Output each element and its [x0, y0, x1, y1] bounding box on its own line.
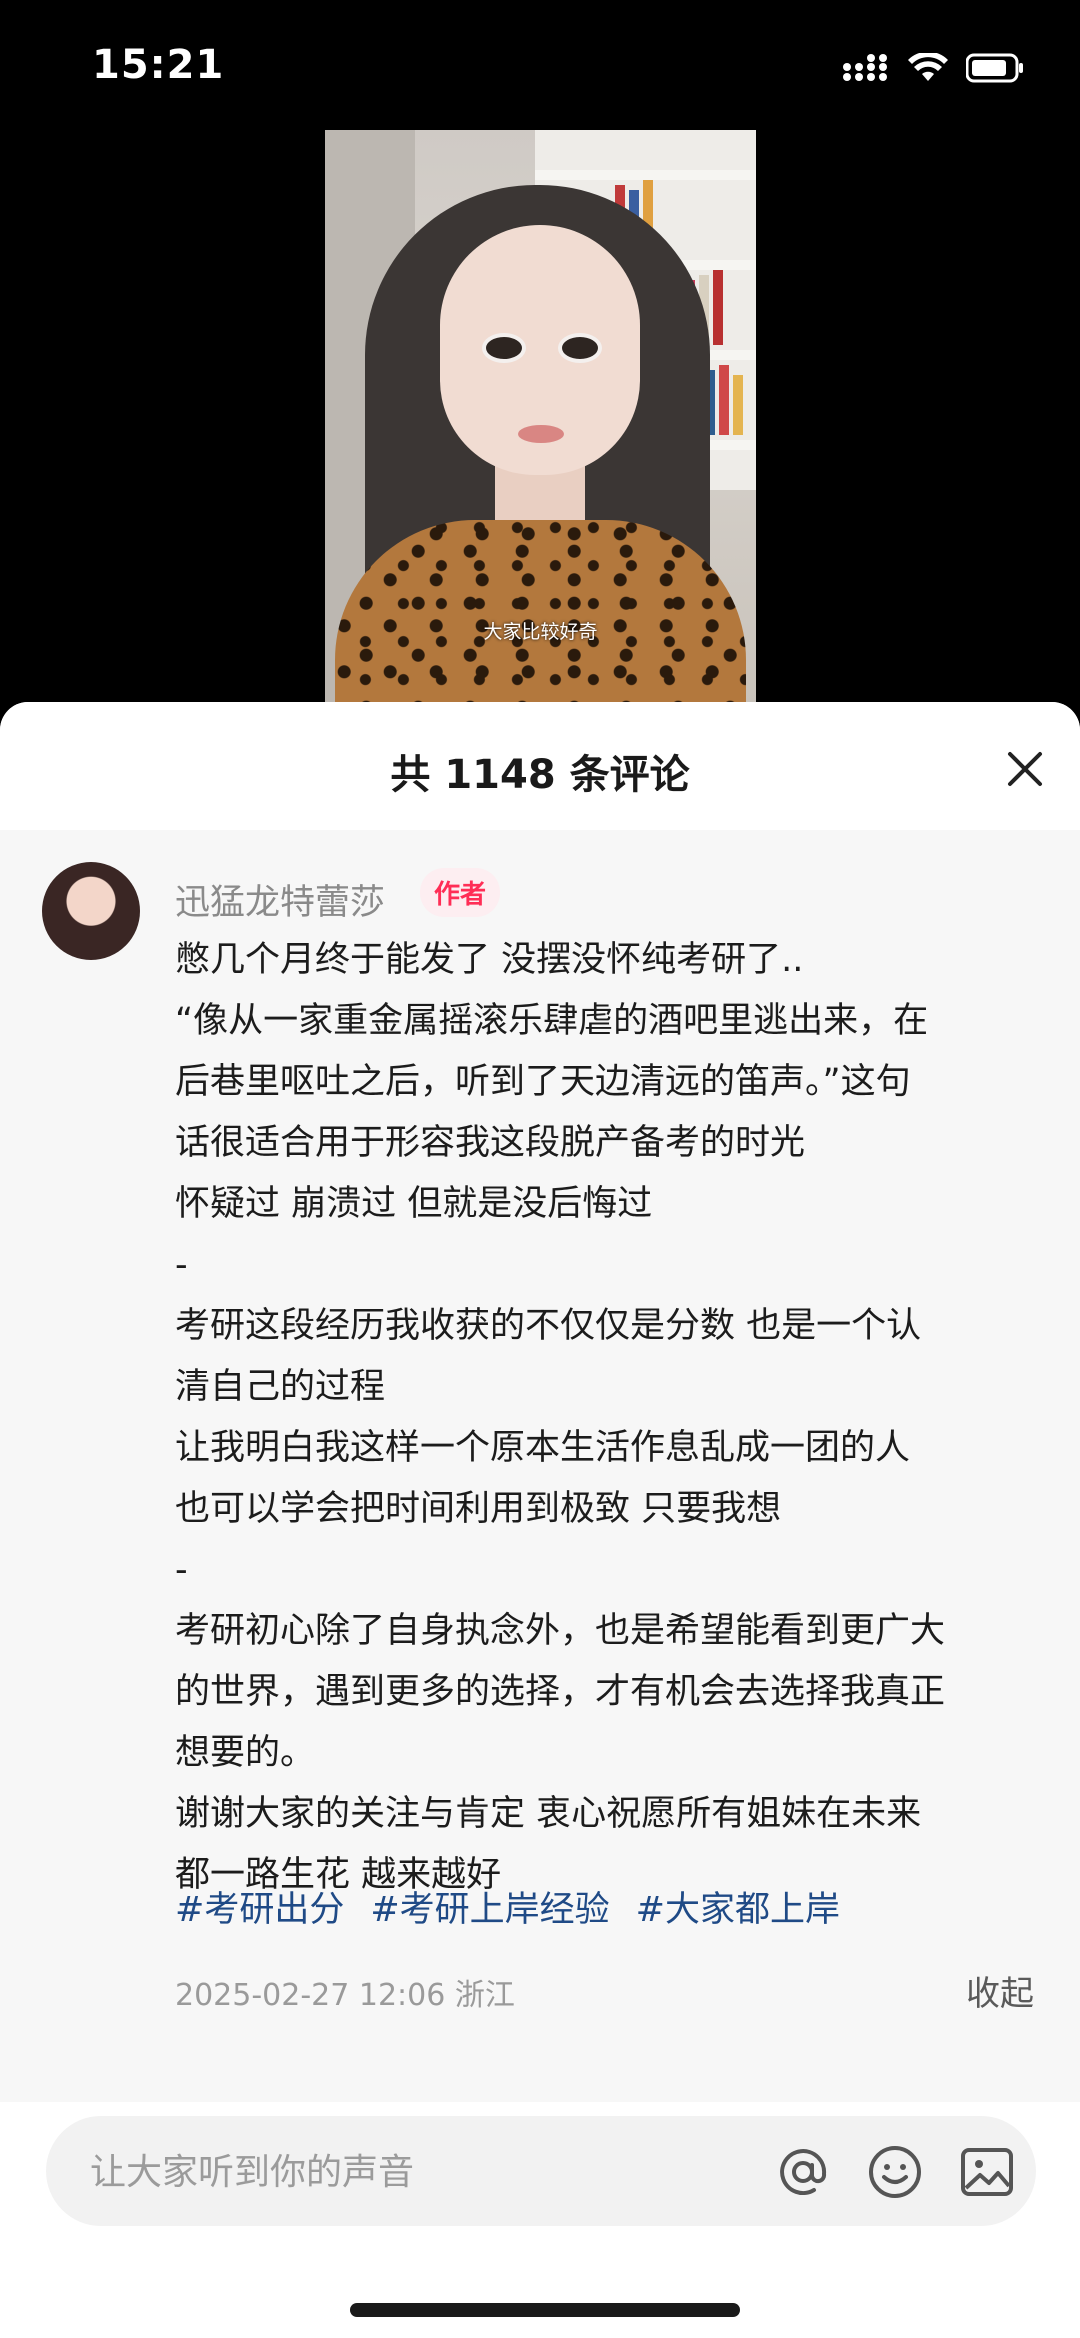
lips: [518, 425, 564, 443]
comment-input[interactable]: [88, 2116, 732, 2228]
comment-input-container[interactable]: [46, 2116, 1036, 2228]
eye: [482, 333, 526, 363]
comments-header: 共 1148 条评论: [0, 702, 1080, 830]
book: [713, 270, 723, 345]
collapse-button[interactable]: 收起: [966, 1966, 1034, 2015]
comment-line: “像从一家重金属摇滚乐肆虐的酒吧里逃出来，在: [175, 1001, 929, 1041]
comment-line: 考研这段经历我收获的不仅仅是分数 也是一个认: [175, 1306, 922, 1346]
shelf-board: [535, 170, 756, 180]
status-bar: 15:21: [0, 0, 1080, 130]
comment-line: 谢谢大家的关注与肯定 衷心祝愿所有姐妹在未来: [175, 1794, 922, 1834]
comment-line: 怀疑过 崩溃过 但就是没后悔过: [175, 1184, 653, 1224]
hashtag-link[interactable]: #考研出分: [175, 1881, 344, 1932]
avatar[interactable]: [42, 862, 140, 960]
video-frame[interactable]: 大家比较好奇: [325, 130, 756, 705]
comment-line: 清自己的过程: [175, 1367, 386, 1407]
book: [719, 365, 729, 435]
wifi-icon: [908, 53, 948, 83]
author-name[interactable]: 迅猛龙特蕾莎: [175, 874, 385, 925]
author-badge: 作者: [420, 868, 501, 917]
signal-icon: [842, 53, 890, 83]
close-button[interactable]: [1000, 744, 1050, 794]
comment-line: 的世界，遇到更多的选择，才有机会去选择我真正: [175, 1672, 946, 1712]
comment-line: -: [175, 1550, 188, 1590]
battery-icon: [966, 53, 1024, 83]
hashtag-link[interactable]: #大家都上岸: [636, 1881, 840, 1932]
comment-line: 考研初心除了自身执念外，也是希望能看到更广大: [175, 1611, 946, 1651]
person-clothing: [335, 520, 746, 705]
home-indicator[interactable]: [350, 2303, 740, 2317]
comment-timestamp-location: 2025-02-27 12:06 浙江: [175, 1978, 515, 2013]
comment-text[interactable]: 憋几个月终于能发了 没摆没怀纯考研了.. “像从一家重金属摇滚乐肆虐的酒吧里逃出…: [175, 930, 1035, 1906]
comment-line: -: [175, 1245, 188, 1285]
emoji-icon[interactable]: [866, 2143, 924, 2201]
comments-sheet: 共 1148 条评论 迅猛龙特蕾莎 作者 憋几个月终于能发了 没摆没怀纯考研了.…: [0, 702, 1080, 2338]
close-icon: [1008, 752, 1042, 786]
comment-line: 话很适合用于形容我这段脱产备考的时光: [175, 1123, 806, 1163]
video-subtitle: 大家比较好奇: [483, 621, 598, 643]
comment-line: 憋几个月终于能发了 没摆没怀纯考研了..: [175, 940, 804, 980]
comment-line: 让我明白我这样一个原本生活作息乱成一团的人: [175, 1428, 911, 1468]
at-icon[interactable]: [774, 2143, 832, 2201]
person-face: [440, 225, 640, 475]
hashtag-list: #考研出分 #考研上岸经验 #大家都上岸: [175, 1881, 840, 1932]
status-time: 15:21: [92, 42, 225, 88]
hashtag-link[interactable]: #考研上岸经验: [370, 1881, 609, 1932]
image-icon[interactable]: [958, 2143, 1016, 2201]
comments-count-title: 共 1148 条评论: [390, 752, 690, 798]
comment-line: 想要的。: [175, 1733, 316, 1773]
eye: [558, 333, 602, 363]
video-player[interactable]: 大家比较好奇: [0, 130, 1080, 705]
comment-line: 后巷里呕吐之后，听到了天边清远的笛声。”这句: [175, 1062, 911, 1102]
status-icons: [842, 48, 1024, 88]
book: [733, 375, 743, 435]
comment-line: 也可以学会把时间利用到极致 只要我想: [175, 1489, 782, 1529]
